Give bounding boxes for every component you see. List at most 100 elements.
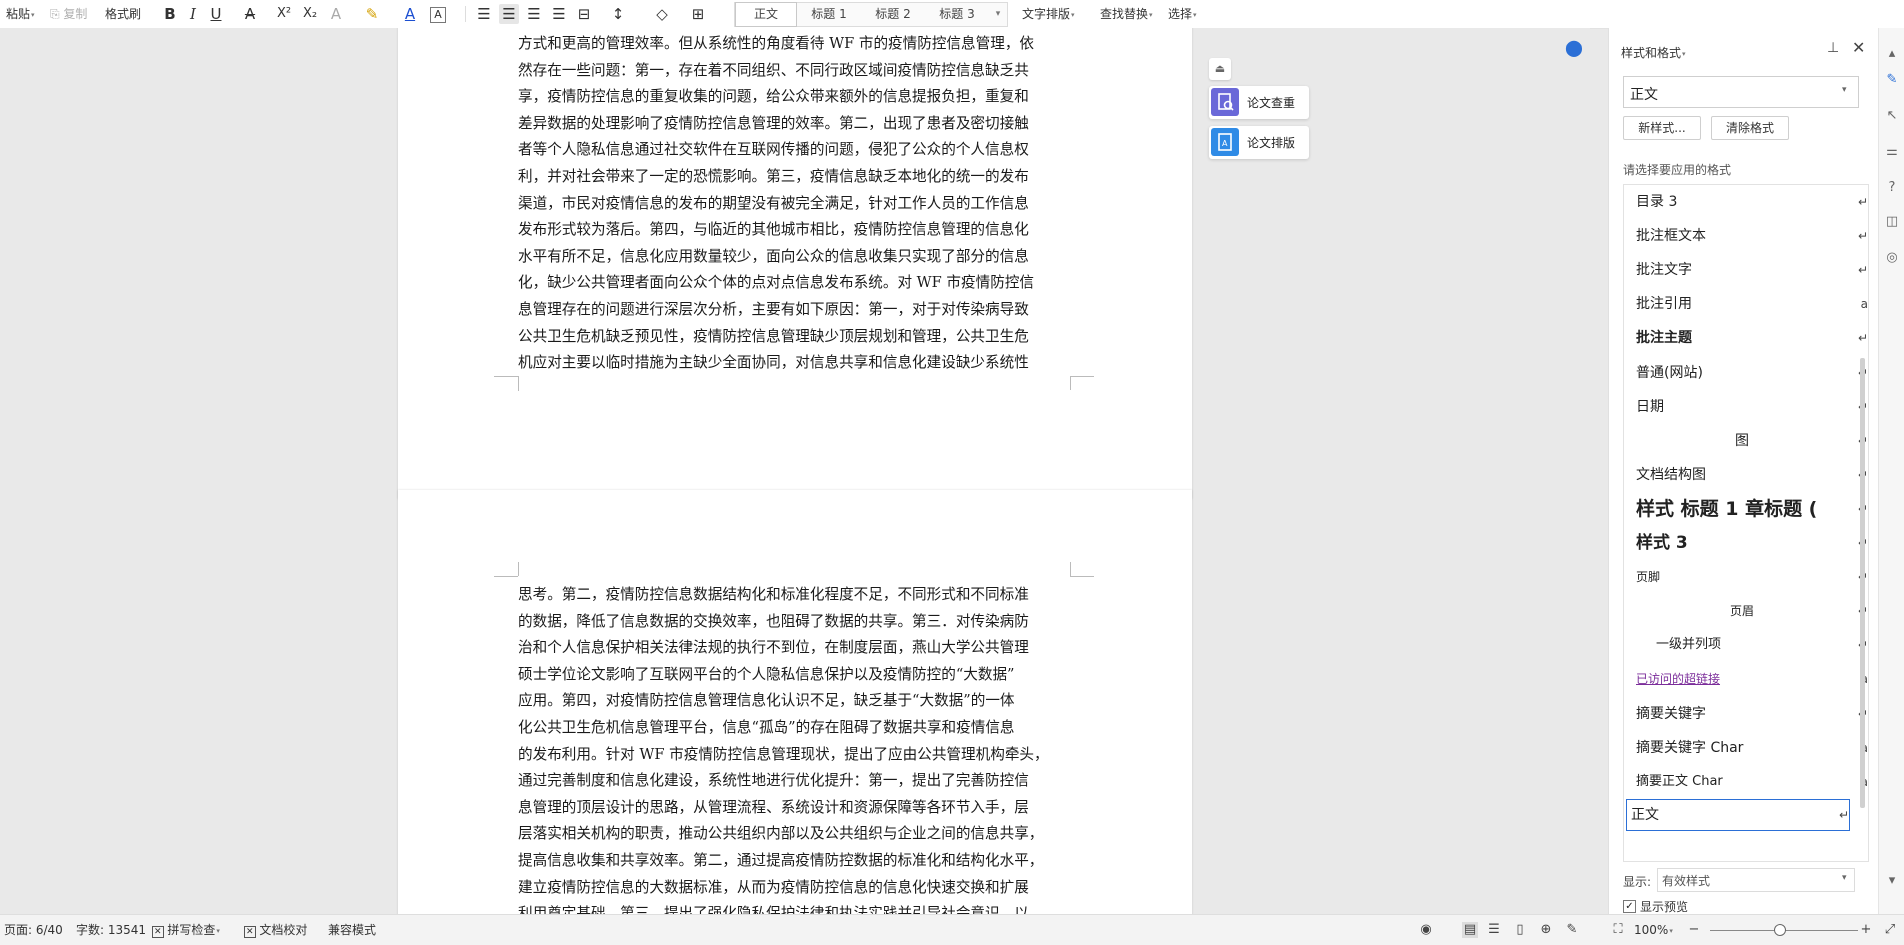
write-view-icon[interactable]: ✎: [1564, 922, 1580, 938]
page-view-icon[interactable]: ▤: [1462, 922, 1478, 938]
text-line[interactable]: 的数据，降低了信息数据的交换效率，也阻碍了数据的共享。第三．对传染病防: [518, 609, 1029, 635]
text-line[interactable]: 利用奠定基础。第三，提出了强化隐私保护法律和执法实践并引导社会意识，以: [518, 901, 1029, 914]
text-line[interactable]: 通过完善制度和信息化建设，系统性地进行优化提升：第一，提出了完善防控信: [518, 768, 1029, 794]
copy-button[interactable]: ⎘ 复制: [50, 5, 87, 23]
style-list-item[interactable]: 一级并列项↵: [1636, 628, 1868, 662]
text-line[interactable]: 者等个人隐私信息通过社交软件在互联网传播的问题，侵犯了公众的个人信息权: [518, 137, 1029, 163]
text-line[interactable]: 渠道，市民对疫情信息的发布的期望没有被完全满足，针对工作人员的工作信息: [518, 191, 1029, 217]
fit-page-icon[interactable]: ⛶: [1610, 922, 1626, 938]
shading-icon[interactable]: ◇: [652, 4, 672, 24]
text-line[interactable]: 然存在一些问题：第一，存在着不同组织、不同行政区域间疫情防控信息缺乏共: [518, 58, 1029, 84]
char-border-icon[interactable]: A: [430, 7, 446, 23]
style-list-item[interactable]: 目录 3 ↵: [1636, 185, 1868, 219]
close-icon[interactable]: ✕: [1852, 38, 1865, 57]
show-preview-checkbox[interactable]: ✓: [1623, 900, 1636, 913]
align-right-icon[interactable]: ☰: [524, 4, 544, 24]
text-line[interactable]: 利，并对社会带来了一定的恐慌影响。第三，疫情信息缺乏本地化的统一的发布: [518, 164, 1029, 190]
text-line[interactable]: 享，疫情防控信息的重复收集的问题，给公众带来额外的信息提报负担，重复和: [518, 84, 1029, 110]
format-painter-button[interactable]: 格式刷: [105, 5, 141, 23]
text-line[interactable]: 层落实相关机构的职责，推动公共组织内部以及公共组织与企业之间的信息共享，: [518, 821, 1043, 847]
find-replace-button[interactable]: 查找替换▾: [1100, 5, 1153, 23]
borders-icon[interactable]: ⊞: [688, 4, 708, 24]
font-color-icon[interactable]: A: [400, 4, 420, 24]
justify-icon[interactable]: ☰: [549, 4, 569, 24]
scroll-up-icon[interactable]: ▴: [1884, 46, 1900, 62]
reading-view-icon[interactable]: ▯: [1512, 922, 1528, 938]
bold-icon[interactable]: B: [160, 4, 180, 24]
style-list-item[interactable]: 页脚↵: [1636, 560, 1868, 594]
text-line[interactable]: 化，缺少公共管理者面向公众个体的点对点信息发布系统。对 WF 市疫情防控信: [518, 270, 1034, 296]
text-line[interactable]: 建立疫情防控信息的大数据标准，从而为疫情防控信息的信息化快速交换和扩展: [518, 875, 1029, 901]
collapse-icon[interactable]: ⏏: [1209, 58, 1231, 80]
style-gallery-more-icon[interactable]: ▾: [991, 3, 1005, 26]
web-view-icon[interactable]: ⊕: [1538, 922, 1554, 938]
style-list-item[interactable]: 普通(网站)↵: [1636, 356, 1868, 390]
style-list-item[interactable]: 文档结构图↵: [1636, 458, 1868, 492]
settings-sliders-icon[interactable]: ⚌: [1884, 144, 1900, 160]
outline-view-icon[interactable]: ☰: [1486, 922, 1502, 938]
document-page[interactable]: 思考。第二，疫情防控信息数据结构化和标准化程度不足，不同形式和不同标准 的数据，降…: [398, 490, 1192, 914]
fullscreen-icon[interactable]: ⤢: [1882, 922, 1898, 938]
camera-icon[interactable]: ◫: [1884, 214, 1900, 230]
style-list-item[interactable]: 摘要正文 Chara: [1636, 765, 1868, 799]
text-line[interactable]: 化公共卫生危机信息管理平台，信息“孤岛”的存在阻碍了数据共享和疫情信息: [518, 715, 1015, 741]
current-style-dropdown[interactable]: 正文 ▾: [1623, 76, 1859, 108]
new-style-button[interactable]: 新样式...: [1623, 116, 1701, 140]
text-line[interactable]: 息管理的顶层设计的思路，从管理流程、系统设计和资源保障等各环节入手，层: [518, 795, 1029, 821]
style-list-item[interactable]: 正文 ↵: [1626, 798, 1850, 831]
pin-icon[interactable]: ⊥: [1827, 40, 1839, 56]
underline-icon[interactable]: U: [206, 4, 226, 24]
text-line[interactable]: 应用。第四，对疫情防控信息管理信息化认识不足，缺乏基于“大数据”的一体: [518, 688, 1015, 714]
doc-proof-button[interactable]: ✕ 文档校对: [244, 922, 307, 940]
style-heading-2[interactable]: 标题 2: [861, 3, 925, 26]
select-button[interactable]: 选择▾: [1168, 5, 1197, 23]
align-center-icon[interactable]: ☰: [499, 4, 519, 24]
zoom-out-icon[interactable]: −: [1686, 922, 1702, 938]
location-icon[interactable]: ◎: [1884, 250, 1900, 266]
style-list-item[interactable]: 摘要关键字 Chara: [1636, 731, 1868, 765]
document-area[interactable]: 方式和更高的管理效率。但从系统性的角度看待 WF 市的疫情防控信息管理，依 然存在…: [0, 28, 1590, 914]
text-line[interactable]: 硕士学位论文影响了互联网平台的个人隐私信息保护以及疫情防控的“大数据”: [518, 662, 1015, 688]
style-list-item[interactable]: 页眉↵: [1636, 594, 1868, 628]
style-list-item[interactable]: 图↵: [1636, 424, 1868, 458]
help-icon[interactable]: ?: [1884, 180, 1900, 196]
text-line[interactable]: 机应对主要以临时措施为主缺少全面协同，对信息共享和信息化建设缺少系统性: [518, 350, 1029, 376]
scroll-down-icon[interactable]: ▾: [1884, 873, 1900, 889]
text-line[interactable]: 水平有所不足，信息化应用数量较少，面向公众的信息收集只实现了部分的信息: [518, 244, 1029, 270]
document-page[interactable]: 方式和更高的管理效率。但从系统性的角度看待 WF 市的疫情防控信息管理，依 然存在…: [398, 28, 1192, 499]
style-list-item[interactable]: 批注框文本 ↵: [1636, 219, 1868, 253]
line-spacing-icon[interactable]: ↕: [608, 4, 628, 24]
text-line[interactable]: 思考。第二，疫情防控信息数据结构化和标准化程度不足，不同形式和不同标准: [518, 582, 1029, 608]
style-list-item[interactable]: 批注文字 ↵: [1636, 253, 1868, 287]
style-list-item[interactable]: 样式 3↵: [1636, 526, 1868, 560]
style-list-item[interactable]: 摘要关键字↵: [1636, 697, 1868, 731]
text-effect-icon[interactable]: A: [326, 4, 346, 24]
distribute-icon[interactable]: ⊟: [574, 4, 594, 24]
style-heading-1[interactable]: 标题 1: [797, 3, 861, 26]
style-list-item[interactable]: 批注引用 a: [1636, 287, 1868, 321]
highlight-icon[interactable]: ✎: [362, 4, 382, 24]
text-line[interactable]: 差异数据的处理影响了疫情防控信息管理的效率。第二，出现了患者及密切接触: [518, 111, 1029, 137]
word-count[interactable]: 字数: 13541: [76, 922, 146, 938]
style-list-item[interactable]: 已访问的超链接a: [1636, 662, 1868, 696]
text-layout-button[interactable]: 文字排版▾: [1022, 5, 1075, 23]
zoom-slider-thumb[interactable]: [1774, 924, 1786, 936]
zoom-level[interactable]: 100%▾: [1634, 922, 1673, 939]
align-left-icon[interactable]: ☰: [474, 4, 494, 24]
paper-layout-button[interactable]: A 论文排版: [1209, 126, 1309, 159]
paper-check-button[interactable]: 论文查重: [1209, 86, 1309, 119]
zoom-in-icon[interactable]: +: [1858, 922, 1874, 938]
text-line[interactable]: 提高信息收集和共享效率。第二，通过提高疫情防控数据的标准化和结构化水平，: [518, 848, 1043, 874]
location-pin-icon[interactable]: ⬤: [1564, 38, 1584, 58]
paste-button[interactable]: 粘贴▾: [6, 5, 35, 23]
style-list-item[interactable]: 样式 标题 1 章标题 (↵: [1636, 492, 1868, 526]
strikethrough-icon[interactable]: A: [240, 4, 260, 24]
select-cursor-icon[interactable]: ↖: [1884, 108, 1900, 124]
superscript-icon[interactable]: X²: [274, 4, 294, 24]
style-normal[interactable]: 正文: [735, 2, 797, 27]
text-line[interactable]: 治和个人信息保护相关法律法规的执行不到位，在制度层面，燕山大学公共管理: [518, 635, 1029, 661]
text-line[interactable]: 公共卫生危机缺乏预见性，疫情防控信息管理缺少顶层规划和管理，公共卫生危: [518, 324, 1029, 350]
style-list-item[interactable]: 日期↵: [1636, 390, 1868, 424]
subscript-icon[interactable]: X₂: [300, 4, 320, 24]
text-line[interactable]: 的发布利用。针对 WF 市疫情防控信息管理现状，提出了应由公共管理机构牵头，: [518, 742, 1049, 768]
